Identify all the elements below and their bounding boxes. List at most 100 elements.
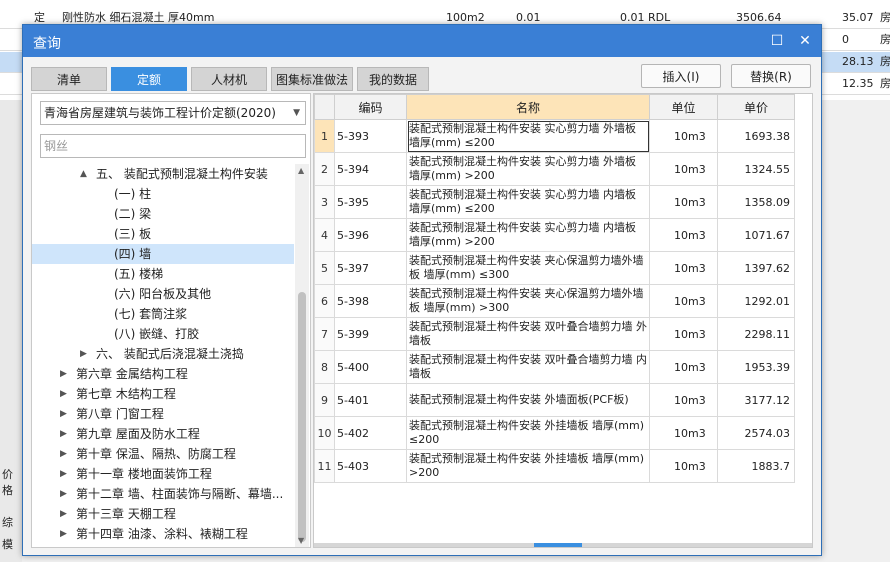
table-row[interactable]: 8 5-400 装配式预制混凝土构件安装 双叶叠合墙剪力墙 内墙板 10m3 1953.…	[314, 350, 795, 384]
row-index[interactable]: 1	[314, 119, 335, 153]
header-price[interactable]: 单价	[717, 94, 795, 120]
row-price[interactable]: 1953.39	[717, 350, 795, 384]
tree-node[interactable]: ▶ 第九章 屋面及防水工程	[32, 424, 294, 444]
header-code[interactable]: 编码	[334, 94, 407, 120]
tree-node[interactable]: ▶ 第十三章 天棚工程	[32, 504, 294, 524]
expand-icon[interactable]: ▶	[60, 424, 67, 444]
maximize-icon[interactable]: ☐	[767, 31, 787, 51]
table-row[interactable]: 10 5-402 装配式预制混凝土构件安装 外挂墙板 墙厚(mm) ≤200 10m3…	[314, 416, 795, 450]
row-unit[interactable]: 10m3	[649, 383, 718, 417]
tree-node[interactable]: (三) 板	[32, 224, 294, 244]
row-code[interactable]: 5-400	[334, 350, 407, 384]
insert-button[interactable]: 插入(I)	[641, 64, 721, 88]
tab-quota[interactable]: 定额	[111, 67, 187, 91]
row-index[interactable]: 10	[314, 416, 335, 450]
tree-node[interactable]: (八) 嵌缝、打胶	[32, 324, 294, 344]
table-row[interactable]: 7 5-399 装配式预制混凝土构件安装 双叶叠合墙剪力墙 外墙板 10m3 2298.…	[314, 317, 795, 351]
tree-node[interactable]: ▶ 第十章 保温、隔热、防腐工程	[32, 444, 294, 464]
row-index[interactable]: 11	[314, 449, 335, 483]
expand-icon[interactable]: ▶	[60, 384, 67, 404]
row-index[interactable]: 9	[314, 383, 335, 417]
row-unit[interactable]: 10m3	[649, 416, 718, 450]
expand-icon[interactable]: ▶	[60, 524, 67, 544]
scroll-down-icon[interactable]: ▼	[298, 536, 304, 545]
table-row[interactable]: 6 5-398 装配式预制混凝土构件安装 夹心保温剪力墙外墙板 墙厚(mm) >30…	[314, 284, 795, 318]
row-price[interactable]: 3177.12	[717, 383, 795, 417]
row-unit[interactable]: 10m3	[649, 317, 718, 351]
tree-node[interactable]: ▶ 第十一章 楼地面装饰工程	[32, 464, 294, 484]
row-code[interactable]: 5-395	[334, 185, 407, 219]
row-price[interactable]: 1292.01	[717, 284, 795, 318]
expand-icon[interactable]: ▶	[60, 484, 67, 504]
quota-library-select[interactable]: 青海省房屋建筑与装饰工程计价定额(2020) ▼	[40, 101, 306, 125]
row-name[interactable]: 装配式预制混凝土构件安装 实心剪力墙 外墙板 墙厚(mm) >200	[406, 152, 650, 186]
expand-icon[interactable]: ▶	[60, 444, 67, 464]
row-index[interactable]: 8	[314, 350, 335, 384]
row-unit[interactable]: 10m3	[649, 449, 718, 483]
row-unit[interactable]: 10m3	[649, 251, 718, 285]
splitter-grip[interactable]	[534, 543, 582, 547]
tree-node[interactable]: (五) 楼梯	[32, 264, 294, 284]
row-price[interactable]: 1324.55	[717, 152, 795, 186]
search-input[interactable]	[40, 134, 306, 158]
tree-node[interactable]: ▶ 第六章 金属结构工程	[32, 364, 294, 384]
row-name[interactable]: 装配式预制混凝土构件安装 双叶叠合墙剪力墙 内墙板	[406, 350, 650, 384]
row-name[interactable]: 装配式预制混凝土构件安装 外挂墙板 墙厚(mm) ≤200	[406, 416, 650, 450]
tab-atlas-standard[interactable]: 图集标准做法	[271, 67, 353, 91]
close-icon[interactable]: ✕	[795, 31, 815, 51]
row-price[interactable]: 1071.67	[717, 218, 795, 252]
row-name[interactable]: 装配式预制混凝土构件安装 实心剪力墙 内墙板 墙厚(mm) >200	[406, 218, 650, 252]
row-unit[interactable]: 10m3	[649, 284, 718, 318]
row-price[interactable]: 2574.03	[717, 416, 795, 450]
header-name[interactable]: 名称	[406, 94, 650, 120]
row-name[interactable]: 装配式预制混凝土构件安装 夹心保温剪力墙外墙板 墙厚(mm) >300	[406, 284, 650, 318]
tree-scrollbar[interactable]: ▲ ▼	[295, 164, 309, 547]
row-code[interactable]: 5-397	[334, 251, 407, 285]
table-row[interactable]: 2 5-394 装配式预制混凝土构件安装 实心剪力墙 外墙板 墙厚(mm) >200…	[314, 152, 795, 186]
row-index[interactable]: 2	[314, 152, 335, 186]
dialog-titlebar[interactable]: 查询 ☐ ✕	[23, 25, 821, 57]
tree-node[interactable]: ▲ 五、 装配式预制混凝土构件安装	[32, 164, 294, 184]
row-code[interactable]: 5-394	[334, 152, 407, 186]
row-code[interactable]: 5-393	[334, 119, 407, 153]
row-unit[interactable]: 10m3	[649, 218, 718, 252]
expand-icon[interactable]: ▶	[60, 504, 67, 524]
row-index[interactable]: 7	[314, 317, 335, 351]
row-index[interactable]: 4	[314, 218, 335, 252]
row-code[interactable]: 5-399	[334, 317, 407, 351]
row-name[interactable]: 装配式预制混凝土构件安装 双叶叠合墙剪力墙 外墙板	[406, 317, 650, 351]
replace-button[interactable]: 替换(R)	[731, 64, 811, 88]
collapse-icon[interactable]: ▲	[80, 164, 87, 184]
row-name[interactable]: 装配式预制混凝土构件安装 夹心保温剪力墙外墙板 墙厚(mm) ≤300	[406, 251, 650, 285]
row-price[interactable]: 1358.09	[717, 185, 795, 219]
tree-node[interactable]: (一) 柱	[32, 184, 294, 204]
tree-node[interactable]: ▶ 第八章 门窗工程	[32, 404, 294, 424]
table-row[interactable]: 1 5-393 装配式预制混凝土构件安装 实心剪力墙 外墙板 墙厚(mm) ≤200…	[314, 119, 795, 153]
table-row[interactable]: 3 5-395 装配式预制混凝土构件安装 实心剪力墙 内墙板 墙厚(mm) ≤200…	[314, 185, 795, 219]
scroll-up-icon[interactable]: ▲	[298, 166, 304, 175]
row-name[interactable]: 装配式预制混凝土构件安装 外墙面板(PCF板)	[406, 383, 650, 417]
row-name[interactable]: 装配式预制混凝土构件安装 外挂墙板 墙厚(mm) >200	[406, 449, 650, 483]
tab-my-data[interactable]: 我的数据	[357, 67, 429, 91]
tree-node[interactable]: ▶ 第十四章 油漆、涂料、裱糊工程	[32, 524, 294, 544]
row-name[interactable]: 装配式预制混凝土构件安装 实心剪力墙 内墙板 墙厚(mm) ≤200	[406, 185, 650, 219]
row-price[interactable]: 1397.62	[717, 251, 795, 285]
tab-list[interactable]: 清单	[31, 67, 107, 91]
expand-icon[interactable]: ▶	[60, 464, 67, 484]
row-price[interactable]: 1693.38	[717, 119, 795, 153]
row-code[interactable]: 5-402	[334, 416, 407, 450]
row-index[interactable]: 3	[314, 185, 335, 219]
expand-icon[interactable]: ▶	[60, 364, 67, 384]
row-index[interactable]: 5	[314, 251, 335, 285]
table-row[interactable]: 4 5-396 装配式预制混凝土构件安装 实心剪力墙 内墙板 墙厚(mm) >200…	[314, 218, 795, 252]
table-row[interactable]: 9 5-401 装配式预制混凝土构件安装 外墙面板(PCF板) 10m3 3177.12	[314, 383, 795, 417]
row-code[interactable]: 5-398	[334, 284, 407, 318]
row-unit[interactable]: 10m3	[649, 185, 718, 219]
tree-node[interactable]: ▶ 第七章 木结构工程	[32, 384, 294, 404]
row-code[interactable]: 5-401	[334, 383, 407, 417]
expand-icon[interactable]: ▶	[60, 404, 67, 424]
tree-node[interactable]: (六) 阳台板及其他	[32, 284, 294, 304]
row-unit[interactable]: 10m3	[649, 152, 718, 186]
tree-node[interactable]: (二) 梁	[32, 204, 294, 224]
expand-icon[interactable]: ▶	[80, 344, 87, 364]
